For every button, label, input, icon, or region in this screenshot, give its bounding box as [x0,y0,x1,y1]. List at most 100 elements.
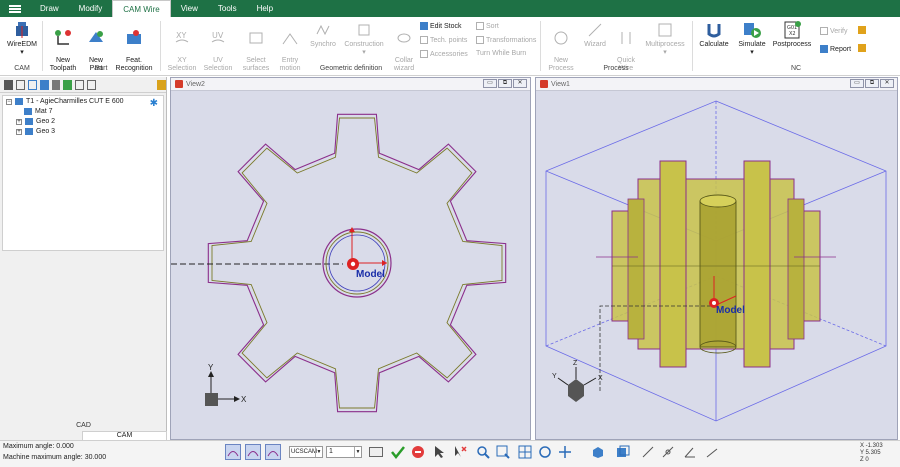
multiprocess-button[interactable]: Multiprocess ▾ [642,20,688,57]
multiprocess-icon [658,23,672,37]
tool-icon[interactable] [51,79,61,90]
stop-icon[interactable] [410,444,426,460]
tab-draw[interactable]: Draw [30,0,69,17]
tree-item-mat[interactable]: Mat 7 [16,108,53,115]
wire-edm-button[interactable]: WireEDM ▾ [4,20,40,57]
tab-modify[interactable]: Modify [69,0,113,17]
grid-icon[interactable] [517,444,533,460]
rotate-icon[interactable] [537,444,553,460]
cursor-coordinates: X -1.303 Y 5.305 Z 0 [860,443,883,463]
expand-icon[interactable]: + [16,118,22,125]
chart-icon[interactable] [27,79,37,90]
user-icon[interactable] [858,26,866,34]
transformations-button[interactable]: Transformations [476,36,536,44]
accessories-button[interactable]: Accessories [420,50,468,58]
view-mode-1-button[interactable] [225,444,241,460]
view1-axis-triad: Z X Y [552,360,603,402]
cad-cam-tabs: CAD CAM [0,422,167,441]
app-window: Draw Modify CAM Wire View Tools Help Wir… [0,0,900,467]
cursor-icon[interactable] [432,444,448,460]
close-icon[interactable]: ✕ [513,79,527,88]
measure-icon[interactable] [660,444,676,460]
view2-canvas: Model Y X [171,113,507,413]
view-mode-3-button[interactable] [265,444,281,460]
triad-x-line [583,377,597,386]
curve-icon [267,451,279,457]
minimize-icon[interactable]: ▭ [850,79,864,88]
simulate-button[interactable]: Simulate ▾ [734,20,770,57]
postprocess-button[interactable]: G01 X2 Postprocess [772,20,812,49]
gear-3d-solid [596,160,836,368]
group-label-process: Process [603,65,629,72]
link-icon[interactable] [87,79,97,90]
delete-icon[interactable] [15,79,25,90]
zoom-window-icon[interactable] [495,444,511,460]
new-toolpath-icon [55,30,71,45]
viewport-icon [540,80,548,88]
display-mode-icon[interactable] [615,444,631,460]
status-max-angle: Maximum angle: 0.000 [3,443,74,450]
xy-selection-icon: XY [175,31,189,43]
model-label: Model [356,269,385,280]
tree-root[interactable]: − T1 - AgieCharmilles CUT E 600 [6,98,124,105]
filter-icon[interactable] [75,79,85,90]
machine-icon [15,98,23,105]
ucs-select[interactable]: UCSCAM ▼ [289,446,323,458]
triad-y-line [557,377,569,386]
process-icon[interactable] [39,79,49,90]
view-cube-icon[interactable] [590,444,606,460]
notebook-icon[interactable] [157,79,167,90]
tech-points-button[interactable]: Tech. points [420,36,467,44]
zoom-icon[interactable] [475,444,491,460]
close-icon[interactable]: ✕ [880,79,894,88]
construction-icon [358,24,370,36]
quick-wire-icon [621,32,631,44]
tab-cam-wire[interactable]: CAM Wire [112,0,171,17]
view-mode-2-button[interactable] [245,444,261,460]
construction-button[interactable]: Construction ▾ [342,20,386,57]
tab-cad[interactable]: CAD [0,422,167,431]
dimension-icon[interactable] [704,444,720,460]
minimize-icon[interactable]: ▭ [483,79,497,88]
entry-motion-icon [282,33,298,45]
tab-view[interactable]: View [171,0,208,17]
geometry-icon [25,118,33,125]
calculate-button[interactable]: Calculate [696,20,732,49]
angle-icon[interactable] [682,444,698,460]
tab-tools[interactable]: Tools [208,0,247,17]
tree-item-geo2[interactable]: + Geo 2 [16,118,55,125]
turn-while-burn-button[interactable]: Turn While Burn [476,50,526,57]
restore-icon[interactable]: ⧉ [498,79,512,88]
section-icon[interactable] [640,444,656,460]
synchro-button[interactable]: Synchro [308,20,338,49]
viewport-view1[interactable]: View1 ▭ ⧉ ✕ Model Z X Y [535,77,898,440]
group-label-nc: NC [790,65,802,72]
viewport-view2[interactable]: View2 ▭ ⧉ ✕ Model Y X [170,77,531,440]
stack-icon[interactable] [63,79,73,90]
keyboard-icon[interactable] [368,444,384,460]
wizard-icon [588,23,602,37]
user-settings-icon[interactable] [858,44,866,52]
tree-item-geo3[interactable]: + Geo 3 [16,128,55,135]
wizard-button[interactable]: Wizard [580,20,610,49]
verify-button[interactable]: Verify [820,27,848,35]
pan-icon[interactable] [557,444,573,460]
checkmark-icon[interactable] [390,444,406,460]
sort-button[interactable]: Sort [476,22,499,30]
restore-icon[interactable]: ⧉ [865,79,879,88]
chevron-down-icon: ▼ [315,447,322,457]
tab-help[interactable]: Help [247,0,283,17]
report-button[interactable]: Report [820,45,851,53]
delete-select-icon[interactable] [452,444,468,460]
report-icon [820,45,828,53]
collapse-icon[interactable]: − [6,98,12,105]
verify-icon [820,27,828,35]
triad-y-label: Y [208,363,214,372]
hamburger-menu-icon[interactable] [0,0,30,17]
expand-icon[interactable]: + [16,128,22,135]
layer-select[interactable]: 1 ▼ [326,446,362,458]
select-surfaces-icon [249,32,263,44]
monitor-icon[interactable] [4,79,13,90]
accessories-icon [420,50,428,58]
edit-stock-button[interactable]: Edit Stock [420,22,462,30]
